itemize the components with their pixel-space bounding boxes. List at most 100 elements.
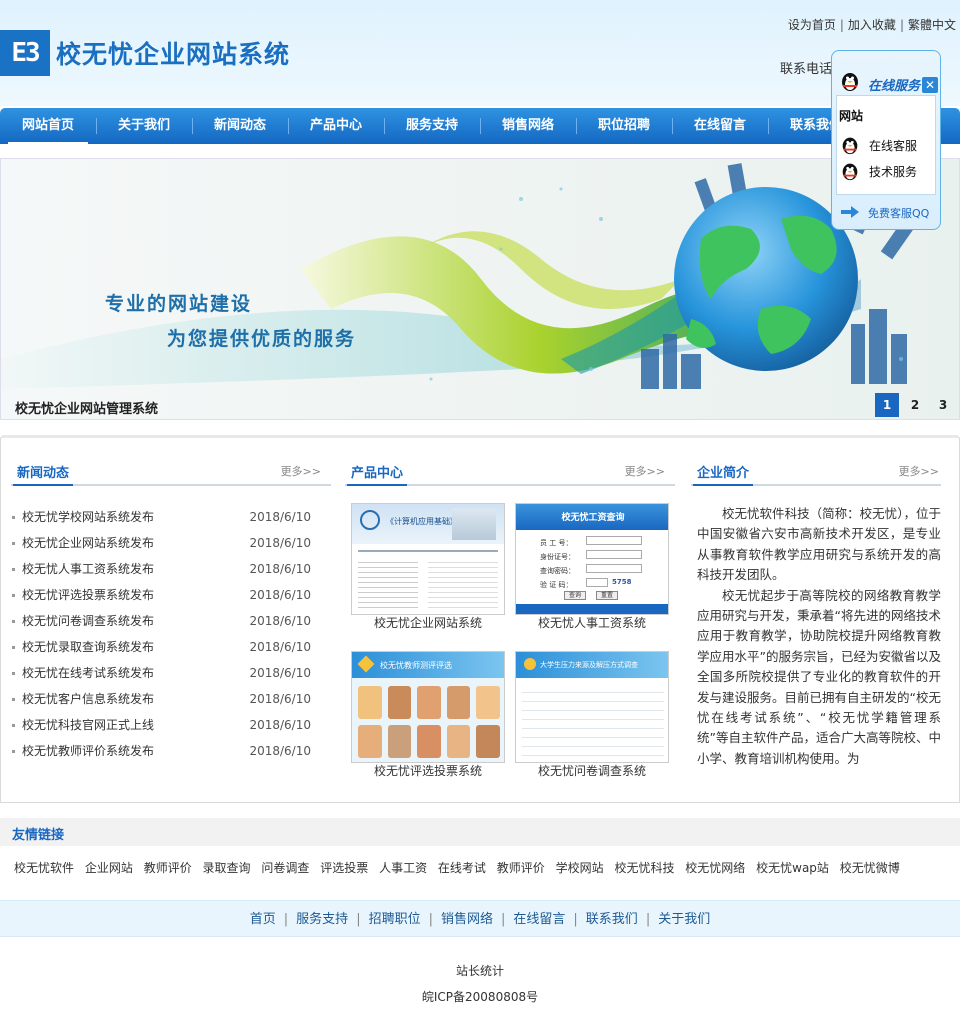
friend-link[interactable]: 教师评价 bbox=[144, 861, 192, 875]
banner-page-1[interactable]: 1 bbox=[875, 393, 899, 417]
footer-stat-link[interactable]: 站长统计 bbox=[0, 962, 960, 979]
banner-page-3[interactable]: 3 bbox=[931, 393, 955, 417]
qq-free-link[interactable]: 免费客服QQ bbox=[836, 201, 940, 223]
qq-service-online[interactable]: 在线客服 bbox=[839, 134, 917, 156]
nav-news[interactable]: 新闻动态 bbox=[192, 108, 288, 144]
friend-link[interactable]: 校无忧科技 bbox=[614, 861, 674, 875]
banner-caption-text: 校无忧企业网站管理系统 bbox=[15, 402, 159, 417]
friend-links-head: 友情链接 bbox=[0, 818, 960, 846]
friend-link[interactable]: 人事工资 bbox=[379, 861, 427, 875]
site-name: 校无忧企业网站系统 bbox=[56, 40, 291, 69]
banner-slogan-1: 专业的网站建设 bbox=[105, 293, 253, 315]
qq-penguin-icon bbox=[838, 69, 860, 91]
list-item[interactable]: 校无忧人事工资系统发布 2018/6/10 bbox=[11, 556, 311, 582]
footer-link-sales[interactable]: 销售网络 bbox=[441, 912, 493, 927]
nav-jobs[interactable]: 职位招聘 bbox=[576, 108, 672, 144]
qq-panel-title: 在线服务 bbox=[868, 79, 921, 94]
product-card[interactable]: 《计算机应用基础》 校无忧企业网站系统 bbox=[351, 503, 505, 632]
list-item[interactable]: 校无忧在线考试系统发布 2018/6/10 bbox=[11, 660, 311, 686]
news-more-link[interactable]: 更多>> bbox=[281, 463, 321, 479]
set-homepage-link[interactable]: 设为首页 bbox=[788, 18, 836, 32]
nav-home[interactable]: 网站首页 bbox=[0, 108, 96, 144]
product-card[interactable]: 校无忧教师测评评选 校无忧评选投票系统 bbox=[351, 651, 505, 780]
products-section-head: 产品中心 更多>> bbox=[345, 438, 675, 486]
list-item[interactable]: 校无忧企业网站系统发布 2018/6/10 bbox=[11, 530, 311, 556]
friend-link[interactable]: 录取查询 bbox=[203, 861, 251, 875]
friend-link[interactable]: 在线考试 bbox=[438, 861, 486, 875]
friend-link[interactable]: 企业网站 bbox=[85, 861, 133, 875]
news-list: 校无忧学校网站系统发布 2018/6/10 校无忧企业网站系统发布 2018/6/1… bbox=[11, 504, 311, 764]
site-logo[interactable]: ЕЗ 校无忧企业网站系统 bbox=[0, 30, 290, 76]
products-title: 产品中心 bbox=[347, 462, 408, 486]
qq-panel-body: 网站 在线客服 技术服务 bbox=[836, 95, 936, 195]
friend-links: 校无忧软件 企业网站 教师评价 录取查询 问卷调查 评选投票 人事工资 在线考试… bbox=[14, 859, 907, 876]
phone-label: 联系电话 bbox=[780, 62, 833, 77]
list-item[interactable]: 校无忧录取查询系统发布 2018/6/10 bbox=[11, 634, 311, 660]
footer-link-jobs[interactable]: 招聘职位 bbox=[369, 912, 421, 927]
qq-service-tech[interactable]: 技术服务 bbox=[839, 160, 917, 182]
qq-penguin-icon bbox=[839, 134, 861, 156]
product-card[interactable]: 大学生压力来源及解压方式调查 校无忧问卷调查系统 bbox=[515, 651, 669, 780]
nav-products[interactable]: 产品中心 bbox=[288, 108, 384, 144]
nav-support[interactable]: 服务支持 bbox=[384, 108, 480, 144]
add-favorite-link[interactable]: 加入收藏 bbox=[848, 18, 896, 32]
arrow-right-icon bbox=[840, 204, 860, 223]
friend-link[interactable]: 校无忧软件 bbox=[14, 861, 74, 875]
footer-link-about[interactable]: 关于我们 bbox=[658, 912, 710, 927]
main-content: 新闻动态 更多>> 校无忧学校网站系统发布 2018/6/10 校无忧企业网站系统… bbox=[0, 435, 960, 803]
intro-paragraph: 校无忧起步于高等院校的网络教育教学应用研究与开发，秉承着“将先进的网络技术应用于… bbox=[697, 587, 941, 766]
list-item[interactable]: 校无忧学校网站系统发布 2018/6/10 bbox=[11, 504, 311, 530]
logo-mark: ЕЗ bbox=[0, 30, 50, 76]
footer-link-contact[interactable]: 联系我们 bbox=[586, 912, 638, 927]
friend-link[interactable]: 问卷调查 bbox=[261, 861, 309, 875]
nav-about[interactable]: 关于我们 bbox=[96, 108, 192, 144]
product-label: 校无忧企业网站系统 bbox=[373, 616, 482, 630]
traditional-chinese-link[interactable]: 繁體中文 bbox=[908, 18, 956, 32]
list-item[interactable]: 校无忧客户信息系统发布 2018/6/10 bbox=[11, 686, 311, 712]
top-links: 设为首页 | 加入收藏 | 繁體中文 bbox=[787, 18, 956, 32]
intro-paragraph: 校无忧软件科技（简称：校无忧），位于中国安徽省六安市高新技术开发区，是专业从事教… bbox=[697, 506, 941, 583]
products-more-link[interactable]: 更多>> bbox=[625, 463, 665, 479]
friend-link[interactable]: 教师评价 bbox=[497, 861, 545, 875]
footer-link-message[interactable]: 在线留言 bbox=[513, 912, 565, 927]
qq-penguin-icon bbox=[839, 160, 861, 182]
friend-link[interactable]: 学校网站 bbox=[556, 861, 604, 875]
friend-link[interactable]: 校无忧网络 bbox=[685, 861, 745, 875]
intro-more-link[interactable]: 更多>> bbox=[899, 463, 939, 479]
footer-link-home[interactable]: 首页 bbox=[250, 912, 276, 927]
list-item[interactable]: 校无忧问卷调查系统发布 2018/6/10 bbox=[11, 608, 311, 634]
product-thumb: 《计算机应用基础》 bbox=[351, 503, 505, 615]
banner-pager: 1 2 3 bbox=[875, 393, 955, 417]
product-thumb: 校无忧教师测评评选 bbox=[351, 651, 505, 763]
banner-page-2[interactable]: 2 bbox=[903, 393, 927, 417]
online-service-panel: 在线服务 ✕ 网站 在线客服 技术服务 免费客服QQ bbox=[831, 50, 941, 230]
close-icon[interactable]: ✕ bbox=[922, 77, 938, 93]
news-section-head: 新闻动态 更多>> bbox=[11, 438, 331, 486]
banner-slider[interactable]: 专业的网站建设 为您提供优质的服务 校无忧企业网站管理系统 1 2 3 bbox=[0, 158, 960, 420]
qq-group-label: 网站 bbox=[839, 109, 864, 123]
news-title: 新闻动态 bbox=[13, 462, 74, 486]
list-item[interactable]: 校无忧评选投票系统发布 2018/6/10 bbox=[11, 582, 311, 608]
friend-link[interactable]: 校无忧wap站 bbox=[756, 861, 829, 875]
product-thumb: 大学生压力来源及解压方式调查 bbox=[515, 651, 669, 763]
main-nav: 网站首页 关于我们 新闻动态 产品中心 服务支持 销售网络 职位招聘 在线留言 … bbox=[0, 108, 960, 144]
friend-links-title: 友情链接 bbox=[12, 828, 65, 843]
company-intro: 校无忧软件科技（简称：校无忧），位于中国安徽省六安市高新技术开发区，是专业从事教… bbox=[697, 504, 941, 769]
product-card[interactable]: 校无忧工资查询 员 工 号： 身份证号： 查询密码：验 证 码： 5758 查询 重… bbox=[515, 503, 669, 632]
banner-caption: 校无忧企业网站管理系统 1 2 3 bbox=[1, 391, 959, 419]
product-label: 校无忧评选投票系统 bbox=[373, 764, 482, 778]
product-label: 校无忧问卷调查系统 bbox=[537, 764, 646, 778]
banner-slogan-2: 为您提供优质的服务 bbox=[167, 328, 357, 350]
list-item[interactable]: 校无忧科技官网正式上线 2018/6/10 bbox=[11, 712, 311, 738]
intro-title: 企业简介 bbox=[693, 462, 754, 486]
product-thumb: 校无忧工资查询 员 工 号： 身份证号： 查询密码：验 证 码： 5758 查询 重… bbox=[515, 503, 669, 615]
list-item[interactable]: 校无忧教师评价系统发布 2018/6/10 bbox=[11, 738, 311, 764]
header: ЕЗ 校无忧企业网站系统 设为首页 | 加入收藏 | 繁體中文 联系电话 bbox=[0, 0, 960, 106]
nav-message[interactable]: 在线留言 bbox=[672, 108, 768, 144]
footer-icp[interactable]: 皖ICP备20080808号 bbox=[0, 988, 960, 1005]
qq-panel-head: 在线服务 ✕ bbox=[836, 69, 938, 94]
nav-sales[interactable]: 销售网络 bbox=[480, 108, 576, 144]
footer-link-support[interactable]: 服务支持 bbox=[296, 912, 348, 927]
friend-link[interactable]: 评选投票 bbox=[320, 861, 368, 875]
friend-link[interactable]: 校无忧微博 bbox=[840, 861, 900, 875]
